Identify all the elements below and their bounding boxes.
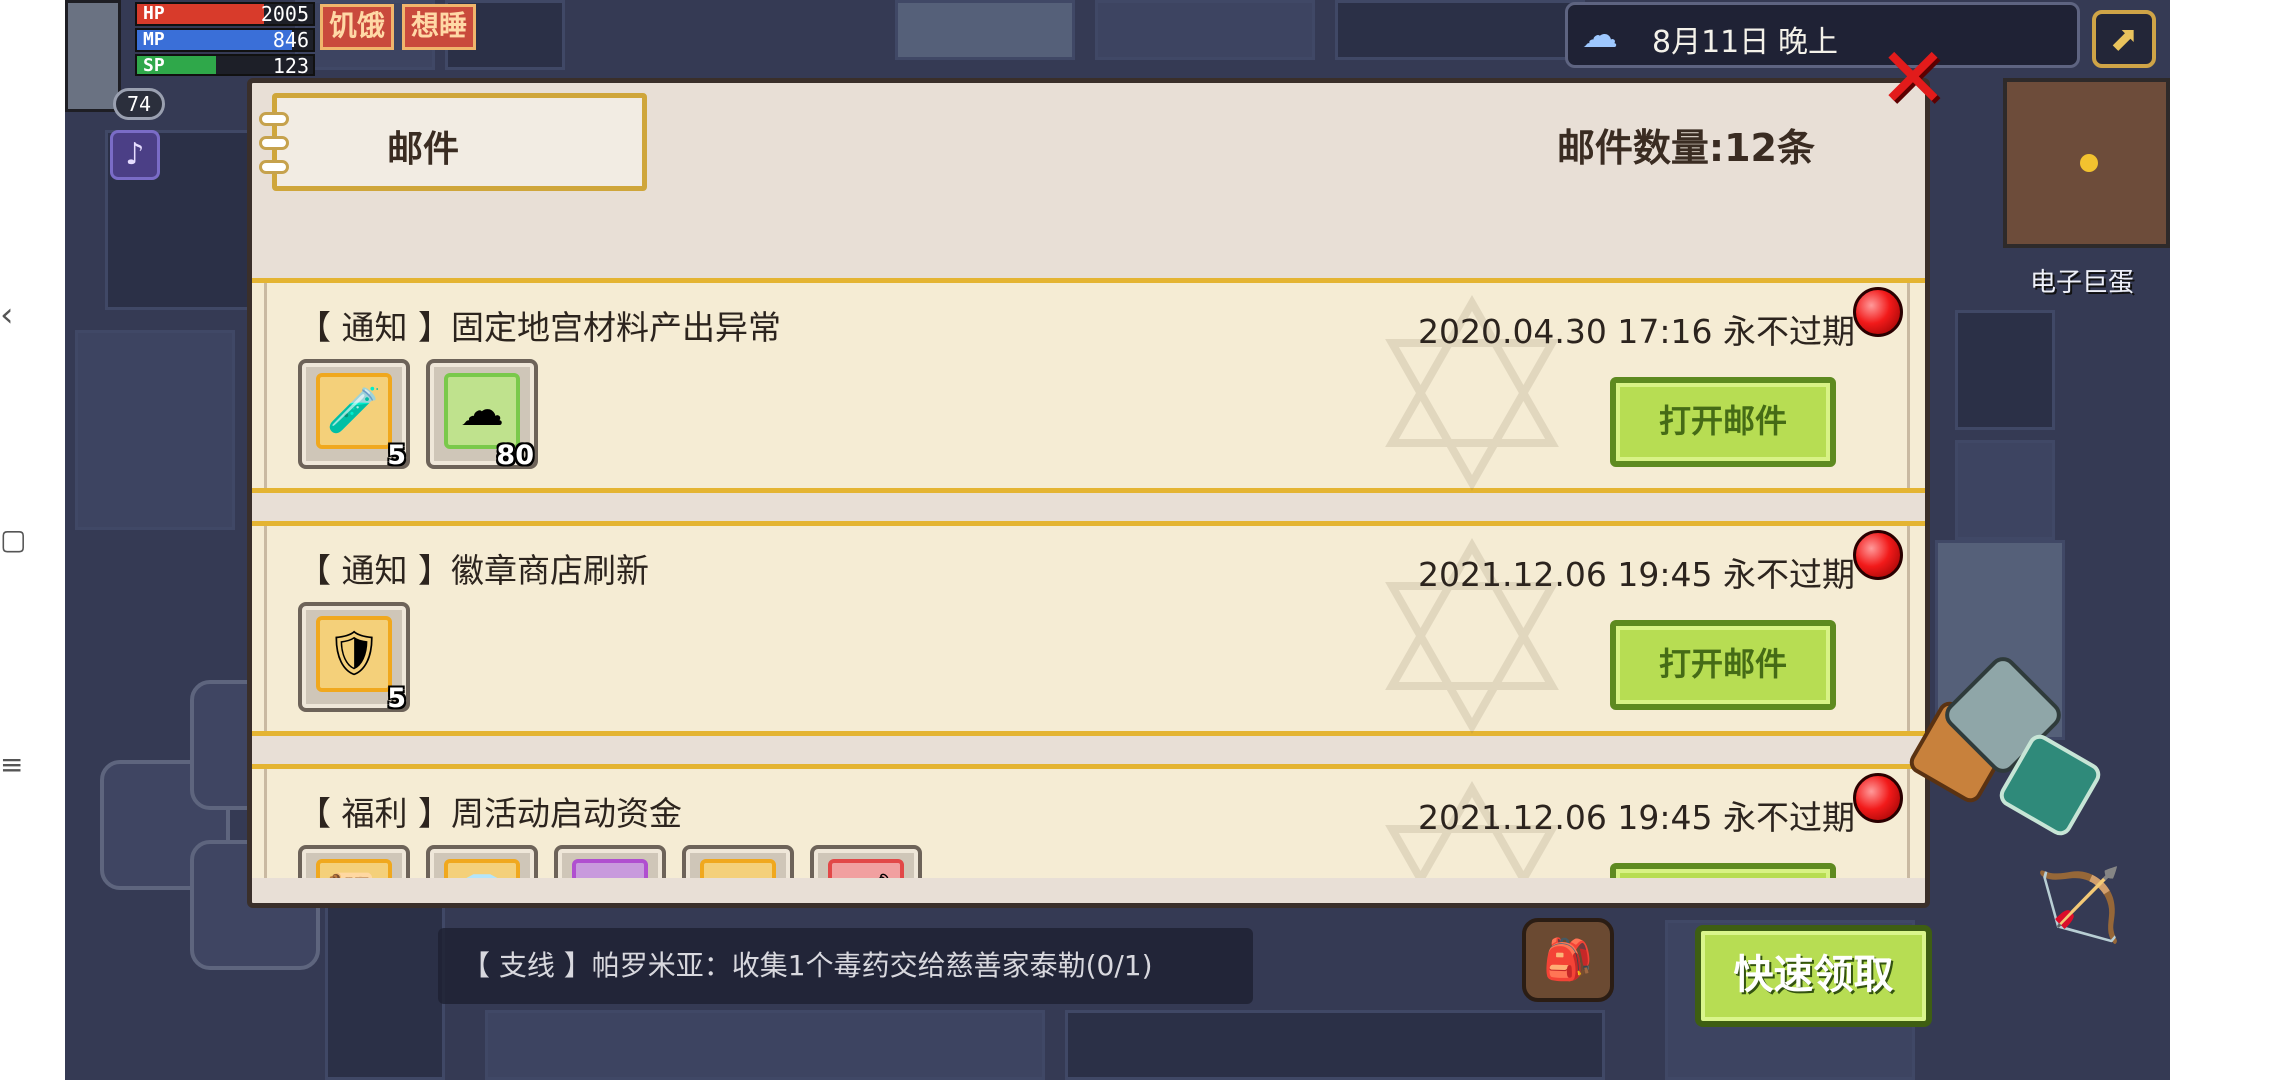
- minimap[interactable]: [2003, 78, 2170, 248]
- mail-title-tab: 邮件: [259, 93, 647, 191]
- attachment-slot[interactable]: 🛡 5: [298, 602, 410, 714]
- open-mail-button[interactable]: 打开邮件: [1610, 377, 1836, 467]
- backpack-icon[interactable]: 🎒: [1522, 918, 1614, 1002]
- hp-value: 2005: [260, 2, 309, 26]
- mail-item[interactable]: 【 通知 】固定地宫材料产出异常 2020.04.30 17:16 永不过期 🧪…: [252, 278, 1925, 493]
- mail-item-title: 【 福利 】周活动启动资金: [298, 794, 682, 833]
- unread-dot-icon: [1853, 530, 1903, 580]
- date-weather-panel: ☁ 8月11日 晚上: [1565, 2, 2080, 68]
- status-hungry-badge: 饥饿: [320, 4, 395, 50]
- close-icon[interactable]: ✕: [1873, 36, 1953, 120]
- mail-item-date-expiry: 2021.12.06 19:45 永不过期: [1417, 555, 1855, 594]
- game-screen: ‹ ▢ ≡ 74 HP 2005 MP 846 SP 123 饥饿 想睡 ♪ ☁…: [0, 0, 2280, 1080]
- mail-list[interactable]: 【 通知 】固定地宫材料产出异常 2020.04.30 17:16 永不过期 🧪…: [252, 198, 1925, 878]
- attachment-slot[interactable]: 🧪 5: [298, 359, 410, 471]
- attachment-slot[interactable]: 💎 80: [426, 845, 538, 878]
- home-icon[interactable]: ▢: [0, 520, 30, 560]
- mail-title: 邮件: [387, 129, 460, 170]
- mail-item-date-expiry: 2021.12.06 19:45 永不过期: [1417, 798, 1855, 837]
- sp-label: SP: [143, 55, 165, 76]
- attachment-slot[interactable]: 🗡 5: [810, 845, 922, 878]
- right-screen-margin: [2170, 0, 2280, 1080]
- attachment-qty: 5: [387, 440, 406, 471]
- player-level-badge: 74: [113, 88, 165, 120]
- badge-icon: 🛡: [326, 628, 382, 679]
- red-dagger-icon: 🗡: [832, 863, 900, 878]
- hp-bar: HP 2005: [135, 2, 315, 26]
- notebook-rings-icon: [259, 112, 289, 178]
- scroll-icon: 📜: [320, 863, 388, 878]
- mp-bar: MP 846: [135, 28, 315, 52]
- game-time-period: 晚上: [1778, 25, 1838, 60]
- sp-value: 123: [272, 54, 309, 76]
- mail-item[interactable]: 【 通知 】徽章商店刷新 2021.12.06 19:45 永不过期 🛡 5 打…: [252, 521, 1925, 736]
- attachment-slot[interactable]: 📜 5: [298, 845, 410, 878]
- mail-item[interactable]: 【 福利 】周活动启动资金 2021.12.06 19:45 永不过期 📜 5 …: [252, 764, 1925, 878]
- crystal-pendant-icon: 💎: [448, 863, 516, 878]
- mail-dialog: 邮件 邮件数量:12条 【 通知 】固定地宫材料产出异常 2020.04.30 …: [247, 78, 1930, 908]
- mail-item-title: 【 通知 】徽章商店刷新: [298, 551, 649, 590]
- open-mail-button[interactable]: 打开邮件: [1610, 863, 1836, 878]
- quick-claim-button[interactable]: 快速领取: [1695, 925, 1932, 1027]
- attachment-slot[interactable]: ☁ 80: [426, 359, 538, 471]
- attachment-slot[interactable]: ⬢ 100: [554, 845, 666, 878]
- orange-gem-icon: ⬢: [704, 863, 772, 878]
- back-icon[interactable]: ‹: [0, 295, 30, 335]
- open-mail-button[interactable]: 打开邮件: [1610, 620, 1836, 710]
- mp-label: MP: [143, 29, 165, 50]
- attachment-qty: 80: [496, 440, 534, 471]
- mail-item-date-expiry: 2020.04.30 17:16 永不过期: [1417, 312, 1855, 351]
- bow-attack-icon[interactable]: 🏹: [2035, 855, 2122, 955]
- mp-value: 846: [272, 28, 309, 52]
- map-toggle-icon[interactable]: ⬈: [2092, 10, 2156, 68]
- cloud-material-icon: ☁: [460, 385, 504, 436]
- player-position-marker: [2080, 154, 2098, 172]
- status-sleepy-badge: 想睡: [402, 4, 477, 50]
- mail-item-title: 【 通知 】固定地宫材料产出异常: [298, 308, 781, 347]
- rain-cloud-icon: ☁: [1582, 15, 1618, 56]
- quest-tracker[interactable]: 【 支线 】帕罗米亚：收集1个毒药交给慈善家泰勒(0/1): [438, 928, 1253, 1004]
- system-nav-bar: ‹ ▢ ≡: [0, 0, 65, 1080]
- menu-icon[interactable]: ≡: [0, 745, 30, 785]
- hp-label: HP: [143, 3, 165, 24]
- music-note-icon[interactable]: ♪: [110, 130, 160, 180]
- potion-bottle-icon: 🧪: [326, 385, 382, 436]
- npc-name-label: 电子巨蛋: [2030, 268, 2135, 298]
- unread-dot-icon: [1853, 287, 1903, 337]
- attachment-slot[interactable]: ⬢ 25: [682, 845, 794, 878]
- game-date: 8月11日: [1652, 25, 1770, 60]
- unread-dot-icon: [1853, 773, 1903, 823]
- purple-gem-icon: ⬢: [576, 863, 644, 878]
- player-avatar[interactable]: [65, 0, 121, 112]
- attachment-qty: 5: [387, 683, 406, 714]
- mail-count: 邮件数量:12条: [1556, 126, 1815, 170]
- sp-bar: SP 123: [135, 54, 315, 76]
